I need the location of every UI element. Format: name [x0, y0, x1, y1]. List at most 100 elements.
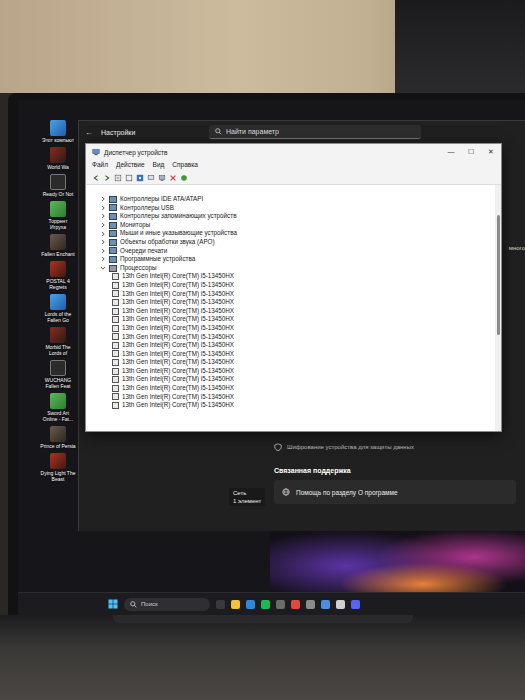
tree-category[interactable]: Мыши и иные указывающие устройства [100, 229, 495, 238]
list-icon[interactable] [125, 174, 133, 182]
desktop-icon[interactable]: Sword Art Online - Fat... [40, 393, 76, 422]
device-label: 13th Gen Intel(R) Core(TM) i5-13450HX [122, 367, 234, 376]
taskbar-app-icon[interactable] [231, 600, 240, 609]
taskbar-app-icon[interactable] [276, 600, 285, 609]
tree-device[interactable]: 13th Gen Intel(R) Core(TM) i5-13450HX [100, 393, 495, 402]
device-label: 13th Gen Intel(R) Core(TM) i5-13450HX [122, 298, 234, 307]
app-icon [50, 147, 66, 163]
expand-icon[interactable] [100, 213, 106, 219]
properties-icon[interactable] [114, 174, 122, 182]
taskbar-app-icon[interactable] [291, 600, 300, 609]
tree-category[interactable]: Контроллеры USB [100, 204, 495, 213]
taskbar-app-icon[interactable] [351, 600, 360, 609]
expand-icon[interactable] [100, 196, 106, 202]
tree-device[interactable]: 13th Gen Intel(R) Core(TM) i5-13450HX [100, 307, 495, 316]
tree-device[interactable]: 13th Gen Intel(R) Core(TM) i5-13450HX [100, 272, 495, 281]
tree-device[interactable]: 13th Gen Intel(R) Core(TM) i5-13450HX [100, 341, 495, 350]
expand-icon[interactable] [100, 205, 106, 211]
collapse-icon[interactable] [100, 265, 106, 271]
nav-label[interactable]: Сеть [233, 490, 261, 496]
taskbar-app-icon[interactable] [246, 600, 255, 609]
help-item[interactable]: Помощь по разделу О программе [274, 480, 516, 504]
menu-item[interactable]: Файл [92, 161, 108, 171]
category-label: Мыши и иные указывающие устройства [120, 229, 237, 238]
desktop-icon[interactable]: Prince of Persia [40, 426, 76, 449]
tree-category[interactable]: Контроллеры IDE ATA/ATAPI [100, 195, 495, 204]
help-icon[interactable] [136, 174, 144, 182]
encryption-item[interactable]: Шифрование устройства для защиты данных [274, 443, 516, 451]
tree-category[interactable]: Контроллеры запоминающих устройств [100, 212, 495, 221]
window-control[interactable]: ☐ [461, 148, 481, 156]
tree-device[interactable]: 13th Gen Intel(R) Core(TM) i5-13450HX [100, 298, 495, 307]
tree-device[interactable]: 13th Gen Intel(R) Core(TM) i5-13450HX [100, 375, 495, 384]
scan-icon[interactable] [147, 174, 155, 182]
taskbar-app-icon[interactable] [261, 600, 270, 609]
window-control[interactable]: ✕ [481, 148, 501, 156]
device-label: 13th Gen Intel(R) Core(TM) i5-13450HX [122, 341, 234, 350]
desktop-icon[interactable]: Торрент Игруха [40, 201, 76, 230]
expand-icon[interactable] [100, 231, 106, 237]
processor-icon [112, 359, 119, 366]
desktop-icon-label: Morbid The Lords of [40, 344, 76, 356]
category-label: Контроллеры USB [120, 204, 174, 213]
desktop-icon[interactable]: Fallen Enchant [40, 234, 76, 257]
category-label: Мониторы [120, 221, 150, 230]
desktop-icon[interactable]: Lords of the Fallen Go [40, 294, 76, 323]
windows-logo-icon[interactable] [108, 599, 118, 609]
desktop-icon[interactable]: Morbid The Lords of [40, 327, 76, 356]
menu-item[interactable]: Вид [153, 161, 165, 171]
tree-device[interactable]: 13th Gen Intel(R) Core(TM) i5-13450HX [100, 384, 495, 393]
tree-device[interactable]: 13th Gen Intel(R) Core(TM) i5-13450HX [100, 281, 495, 290]
taskbar-app-icon[interactable] [321, 600, 330, 609]
device-label: 13th Gen Intel(R) Core(TM) i5-13450HX [122, 272, 234, 281]
tree-device[interactable]: 13th Gen Intel(R) Core(TM) i5-13450HX [100, 333, 495, 342]
expand-icon[interactable] [100, 222, 106, 228]
shield-icon [274, 443, 282, 451]
desktop-icon[interactable]: Dying Light The Beast [40, 453, 76, 482]
tree-category[interactable]: Программные устройства [100, 255, 495, 264]
tree-device[interactable]: 13th Gen Intel(R) Core(TM) i5-13450HX [100, 401, 495, 410]
scrollbar[interactable] [495, 185, 501, 431]
tree-list: Контроллеры IDE ATA/ATAPI Контроллеры US… [86, 185, 495, 431]
tree-device[interactable]: 13th Gen Intel(R) Core(TM) i5-13450HX [100, 315, 495, 324]
taskbar-search[interactable]: Поиск [124, 598, 210, 611]
device-label: 13th Gen Intel(R) Core(TM) i5-13450HX [122, 393, 234, 402]
expand-icon[interactable] [100, 256, 106, 262]
update-icon[interactable] [180, 174, 188, 182]
desktop-icon[interactable]: POSTAL 4 Regrets [40, 261, 76, 290]
tree-device[interactable]: 13th Gen Intel(R) Core(TM) i5-13450HX [100, 358, 495, 367]
desktop-icon[interactable]: WUCHANG Fallen Feat [40, 360, 76, 389]
menu-item[interactable]: Справка [172, 161, 198, 171]
app-icon [50, 201, 66, 217]
remove-icon[interactable] [169, 174, 177, 182]
tree-device[interactable]: 13th Gen Intel(R) Core(TM) i5-13450HX [100, 367, 495, 376]
taskbar-app-icon[interactable] [306, 600, 315, 609]
back-button[interactable]: ← [85, 128, 93, 137]
tree-category[interactable]: Мониторы [100, 221, 495, 230]
desktop-icon[interactable]: World Wa [40, 147, 76, 170]
section-title: Связанная поддержка [274, 467, 516, 474]
search-placeholder: Найти параметр [226, 128, 279, 135]
desktop-icon[interactable]: Этот компьют [40, 120, 76, 143]
menu-item[interactable]: Действие [116, 161, 145, 171]
forward-icon[interactable] [103, 174, 111, 182]
desktop-icon[interactable]: Ready Or Not [40, 174, 76, 197]
back-icon[interactable] [92, 174, 100, 182]
expand-icon[interactable] [100, 248, 106, 254]
item-count: 1 элемент [233, 498, 261, 504]
expand-icon[interactable] [100, 239, 106, 245]
monitor-icon[interactable] [158, 174, 166, 182]
tree-category[interactable]: Очереди печати [100, 247, 495, 256]
tree-device[interactable]: 13th Gen Intel(R) Core(TM) i5-13450HX [100, 350, 495, 359]
tree-category[interactable]: Объекты обработки звука (APO) [100, 238, 495, 247]
category-label: Программные устройства [120, 255, 195, 264]
taskbar-search-placeholder: Поиск [141, 601, 158, 607]
settings-search[interactable]: Найти параметр [209, 125, 421, 139]
scrollbar-thumb[interactable] [497, 215, 500, 335]
taskbar-app-icon[interactable] [216, 600, 225, 609]
taskbar-app-icon[interactable] [336, 600, 345, 609]
tree-device[interactable]: 13th Gen Intel(R) Core(TM) i5-13450HX [100, 324, 495, 333]
tree-device[interactable]: 13th Gen Intel(R) Core(TM) i5-13450HX [100, 290, 495, 299]
window-control[interactable]: — [441, 148, 461, 156]
tree-category[interactable]: Процессоры [100, 264, 495, 273]
